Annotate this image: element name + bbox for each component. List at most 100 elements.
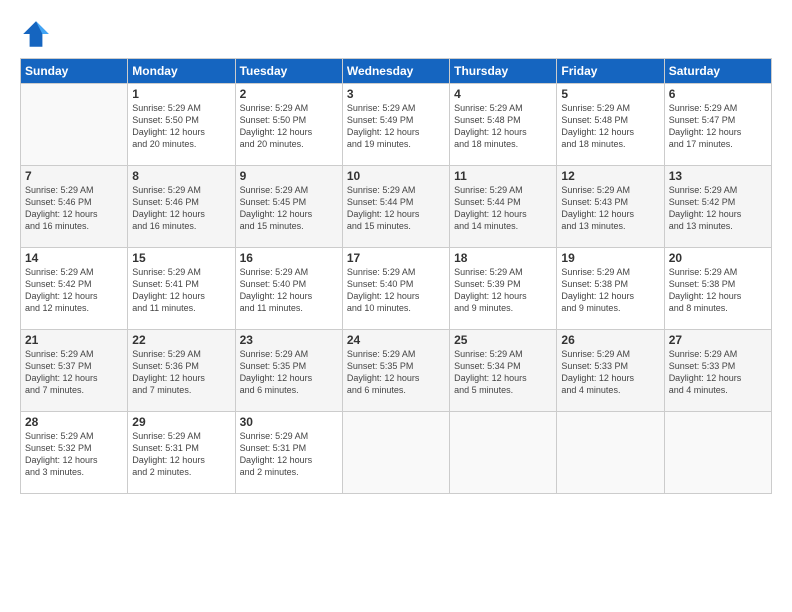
calendar-day-cell [21, 84, 128, 166]
calendar-day-cell: 10Sunrise: 5:29 AM Sunset: 5:44 PM Dayli… [342, 166, 449, 248]
day-header-saturday: Saturday [664, 59, 771, 84]
day-info: Sunrise: 5:29 AM Sunset: 5:46 PM Dayligh… [132, 184, 230, 233]
calendar-day-cell: 21Sunrise: 5:29 AM Sunset: 5:37 PM Dayli… [21, 330, 128, 412]
calendar-day-cell: 1Sunrise: 5:29 AM Sunset: 5:50 PM Daylig… [128, 84, 235, 166]
day-info: Sunrise: 5:29 AM Sunset: 5:49 PM Dayligh… [347, 102, 445, 151]
calendar-week-row: 21Sunrise: 5:29 AM Sunset: 5:37 PM Dayli… [21, 330, 772, 412]
calendar-day-cell: 7Sunrise: 5:29 AM Sunset: 5:46 PM Daylig… [21, 166, 128, 248]
day-info: Sunrise: 5:29 AM Sunset: 5:50 PM Dayligh… [240, 102, 338, 151]
calendar-day-cell: 26Sunrise: 5:29 AM Sunset: 5:33 PM Dayli… [557, 330, 664, 412]
calendar-day-cell [450, 412, 557, 494]
day-info: Sunrise: 5:29 AM Sunset: 5:33 PM Dayligh… [561, 348, 659, 397]
day-info: Sunrise: 5:29 AM Sunset: 5:34 PM Dayligh… [454, 348, 552, 397]
day-number: 14 [25, 251, 123, 265]
day-number: 1 [132, 87, 230, 101]
day-header-friday: Friday [557, 59, 664, 84]
day-header-tuesday: Tuesday [235, 59, 342, 84]
day-number: 29 [132, 415, 230, 429]
day-info: Sunrise: 5:29 AM Sunset: 5:31 PM Dayligh… [132, 430, 230, 479]
day-number: 18 [454, 251, 552, 265]
calendar-day-cell: 6Sunrise: 5:29 AM Sunset: 5:47 PM Daylig… [664, 84, 771, 166]
logo-icon [20, 18, 52, 50]
day-info: Sunrise: 5:29 AM Sunset: 5:32 PM Dayligh… [25, 430, 123, 479]
calendar-day-cell: 22Sunrise: 5:29 AM Sunset: 5:36 PM Dayli… [128, 330, 235, 412]
day-number: 23 [240, 333, 338, 347]
day-number: 5 [561, 87, 659, 101]
day-number: 28 [25, 415, 123, 429]
day-info: Sunrise: 5:29 AM Sunset: 5:44 PM Dayligh… [454, 184, 552, 233]
day-number: 22 [132, 333, 230, 347]
calendar-day-cell: 24Sunrise: 5:29 AM Sunset: 5:35 PM Dayli… [342, 330, 449, 412]
day-info: Sunrise: 5:29 AM Sunset: 5:46 PM Dayligh… [25, 184, 123, 233]
calendar-day-cell: 11Sunrise: 5:29 AM Sunset: 5:44 PM Dayli… [450, 166, 557, 248]
calendar-week-row: 14Sunrise: 5:29 AM Sunset: 5:42 PM Dayli… [21, 248, 772, 330]
day-info: Sunrise: 5:29 AM Sunset: 5:48 PM Dayligh… [561, 102, 659, 151]
day-info: Sunrise: 5:29 AM Sunset: 5:45 PM Dayligh… [240, 184, 338, 233]
calendar-day-cell [557, 412, 664, 494]
calendar-day-cell: 28Sunrise: 5:29 AM Sunset: 5:32 PM Dayli… [21, 412, 128, 494]
day-info: Sunrise: 5:29 AM Sunset: 5:36 PM Dayligh… [132, 348, 230, 397]
calendar-week-row: 7Sunrise: 5:29 AM Sunset: 5:46 PM Daylig… [21, 166, 772, 248]
day-number: 21 [25, 333, 123, 347]
calendar-day-cell: 19Sunrise: 5:29 AM Sunset: 5:38 PM Dayli… [557, 248, 664, 330]
calendar-day-cell: 12Sunrise: 5:29 AM Sunset: 5:43 PM Dayli… [557, 166, 664, 248]
day-number: 15 [132, 251, 230, 265]
day-info: Sunrise: 5:29 AM Sunset: 5:38 PM Dayligh… [561, 266, 659, 315]
calendar-week-row: 1Sunrise: 5:29 AM Sunset: 5:50 PM Daylig… [21, 84, 772, 166]
logo [20, 18, 56, 50]
day-info: Sunrise: 5:29 AM Sunset: 5:41 PM Dayligh… [132, 266, 230, 315]
calendar-day-cell: 13Sunrise: 5:29 AM Sunset: 5:42 PM Dayli… [664, 166, 771, 248]
day-info: Sunrise: 5:29 AM Sunset: 5:35 PM Dayligh… [240, 348, 338, 397]
calendar-day-cell: 30Sunrise: 5:29 AM Sunset: 5:31 PM Dayli… [235, 412, 342, 494]
calendar-table: SundayMondayTuesdayWednesdayThursdayFrid… [20, 58, 772, 494]
day-number: 4 [454, 87, 552, 101]
calendar-header-row: SundayMondayTuesdayWednesdayThursdayFrid… [21, 59, 772, 84]
day-info: Sunrise: 5:29 AM Sunset: 5:33 PM Dayligh… [669, 348, 767, 397]
day-number: 9 [240, 169, 338, 183]
page-header [20, 18, 772, 50]
day-number: 19 [561, 251, 659, 265]
day-info: Sunrise: 5:29 AM Sunset: 5:44 PM Dayligh… [347, 184, 445, 233]
calendar-day-cell: 25Sunrise: 5:29 AM Sunset: 5:34 PM Dayli… [450, 330, 557, 412]
day-number: 16 [240, 251, 338, 265]
day-header-thursday: Thursday [450, 59, 557, 84]
calendar-day-cell: 9Sunrise: 5:29 AM Sunset: 5:45 PM Daylig… [235, 166, 342, 248]
calendar-day-cell: 20Sunrise: 5:29 AM Sunset: 5:38 PM Dayli… [664, 248, 771, 330]
day-number: 30 [240, 415, 338, 429]
day-number: 20 [669, 251, 767, 265]
calendar-day-cell: 16Sunrise: 5:29 AM Sunset: 5:40 PM Dayli… [235, 248, 342, 330]
calendar-day-cell: 29Sunrise: 5:29 AM Sunset: 5:31 PM Dayli… [128, 412, 235, 494]
day-info: Sunrise: 5:29 AM Sunset: 5:38 PM Dayligh… [669, 266, 767, 315]
day-info: Sunrise: 5:29 AM Sunset: 5:39 PM Dayligh… [454, 266, 552, 315]
day-info: Sunrise: 5:29 AM Sunset: 5:31 PM Dayligh… [240, 430, 338, 479]
day-number: 24 [347, 333, 445, 347]
day-number: 7 [25, 169, 123, 183]
day-info: Sunrise: 5:29 AM Sunset: 5:35 PM Dayligh… [347, 348, 445, 397]
day-info: Sunrise: 5:29 AM Sunset: 5:50 PM Dayligh… [132, 102, 230, 151]
day-number: 26 [561, 333, 659, 347]
day-number: 6 [669, 87, 767, 101]
day-number: 2 [240, 87, 338, 101]
calendar-day-cell: 17Sunrise: 5:29 AM Sunset: 5:40 PM Dayli… [342, 248, 449, 330]
day-info: Sunrise: 5:29 AM Sunset: 5:40 PM Dayligh… [240, 266, 338, 315]
day-number: 8 [132, 169, 230, 183]
calendar-day-cell: 4Sunrise: 5:29 AM Sunset: 5:48 PM Daylig… [450, 84, 557, 166]
day-number: 13 [669, 169, 767, 183]
calendar-day-cell: 3Sunrise: 5:29 AM Sunset: 5:49 PM Daylig… [342, 84, 449, 166]
day-info: Sunrise: 5:29 AM Sunset: 5:43 PM Dayligh… [561, 184, 659, 233]
calendar-day-cell: 15Sunrise: 5:29 AM Sunset: 5:41 PM Dayli… [128, 248, 235, 330]
calendar-day-cell: 2Sunrise: 5:29 AM Sunset: 5:50 PM Daylig… [235, 84, 342, 166]
day-info: Sunrise: 5:29 AM Sunset: 5:47 PM Dayligh… [669, 102, 767, 151]
day-number: 27 [669, 333, 767, 347]
calendar-day-cell: 27Sunrise: 5:29 AM Sunset: 5:33 PM Dayli… [664, 330, 771, 412]
day-number: 25 [454, 333, 552, 347]
day-number: 11 [454, 169, 552, 183]
calendar-day-cell: 18Sunrise: 5:29 AM Sunset: 5:39 PM Dayli… [450, 248, 557, 330]
day-number: 17 [347, 251, 445, 265]
day-info: Sunrise: 5:29 AM Sunset: 5:42 PM Dayligh… [669, 184, 767, 233]
calendar-day-cell: 23Sunrise: 5:29 AM Sunset: 5:35 PM Dayli… [235, 330, 342, 412]
day-header-wednesday: Wednesday [342, 59, 449, 84]
calendar-week-row: 28Sunrise: 5:29 AM Sunset: 5:32 PM Dayli… [21, 412, 772, 494]
calendar-day-cell [342, 412, 449, 494]
day-header-monday: Monday [128, 59, 235, 84]
